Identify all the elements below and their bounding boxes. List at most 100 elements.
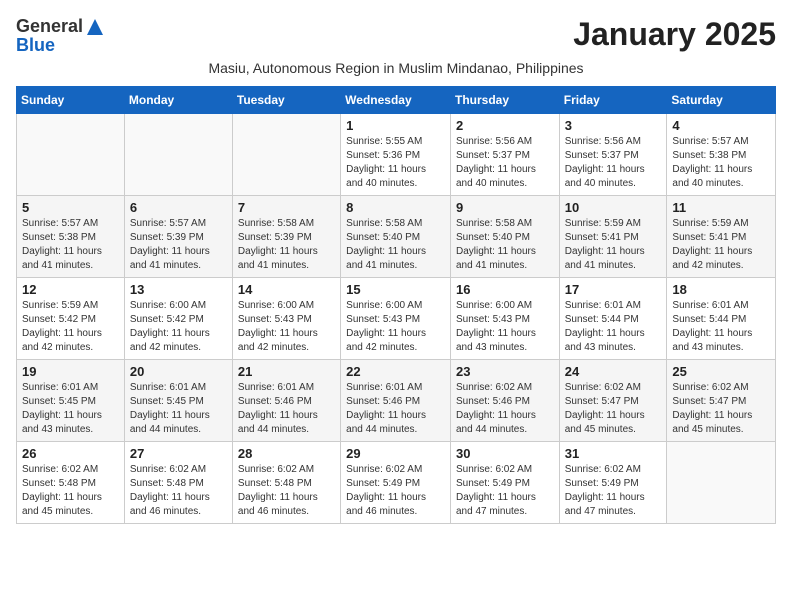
calendar-cell: 17 Sunrise: 6:01 AM Sunset: 5:44 PM Dayli… [559, 278, 667, 360]
day-number: 5 [22, 200, 119, 215]
calendar-cell: 18 Sunrise: 6:01 AM Sunset: 5:44 PM Dayli… [667, 278, 776, 360]
calendar-cell: 13Sunrise: 6:00 AM Sunset: 5:42 PM Dayli… [124, 278, 232, 360]
day-number: 21 [238, 364, 335, 379]
day-info: Sunrise: 5:57 AM Sunset: 5:38 PM Dayligh… [672, 135, 770, 191]
day-info: Sunrise: 6:01 AM Sunset: 5:44 PM Dayligh… [672, 299, 770, 355]
weekday-header-thursday: Thursday [450, 87, 559, 114]
page-header: General Blue January 2025 [16, 16, 776, 56]
calendar-cell: 28 Sunrise: 6:02 AM Sunset: 5:48 PM Dayli… [232, 442, 340, 524]
calendar-cell: 23Sunrise: 6:02 AM Sunset: 5:46 PM Dayli… [450, 360, 559, 442]
weekday-header-sunday: Sunday [17, 87, 125, 114]
day-info: Sunrise: 5:58 AM Sunset: 5:40 PM Dayligh… [346, 217, 445, 273]
logo-icon [85, 17, 105, 37]
logo-blue-text: Blue [16, 35, 55, 56]
day-number: 17 [565, 282, 662, 297]
calendar-cell: 7 Sunrise: 5:58 AM Sunset: 5:39 PM Daylig… [232, 196, 340, 278]
calendar-cell: 3Sunrise: 5:56 AM Sunset: 5:37 PM Daylig… [559, 114, 667, 196]
calendar-cell: 4Sunrise: 5:57 AM Sunset: 5:38 PM Daylig… [667, 114, 776, 196]
day-number: 12 [22, 282, 119, 297]
calendar-cell: 9Sunrise: 5:58 AM Sunset: 5:40 PM Daylig… [450, 196, 559, 278]
calendar-cell: 21 Sunrise: 6:01 AM Sunset: 5:46 PM Dayli… [232, 360, 340, 442]
day-info: Sunrise: 6:00 AM Sunset: 5:43 PM Dayligh… [238, 299, 335, 355]
day-number: 25 [672, 364, 770, 379]
calendar-cell: 1 Sunrise: 5:55 AM Sunset: 5:36 PM Daylig… [341, 114, 451, 196]
weekday-header-saturday: Saturday [667, 87, 776, 114]
calendar-cell: 10 Sunrise: 5:59 AM Sunset: 5:41 PM Dayli… [559, 196, 667, 278]
day-number: 11 [672, 200, 770, 215]
calendar-cell: 19 Sunrise: 6:01 AM Sunset: 5:45 PM Dayli… [17, 360, 125, 442]
day-number: 19 [22, 364, 119, 379]
calendar-cell: 26 Sunrise: 6:02 AM Sunset: 5:48 PM Dayli… [17, 442, 125, 524]
calendar-cell: 27 Sunrise: 6:02 AM Sunset: 5:48 PM Dayli… [124, 442, 232, 524]
logo-general-text: General [16, 16, 83, 37]
calendar-cell: 15 Sunrise: 6:00 AM Sunset: 5:43 PM Dayli… [341, 278, 451, 360]
calendar-cell: 8Sunrise: 5:58 AM Sunset: 5:40 PM Daylig… [341, 196, 451, 278]
weekday-header-monday: Monday [124, 87, 232, 114]
day-info: Sunrise: 6:02 AM Sunset: 5:47 PM Dayligh… [565, 381, 662, 437]
day-info: Sunrise: 6:02 AM Sunset: 5:49 PM Dayligh… [456, 463, 554, 519]
calendar-cell: 14Sunrise: 6:00 AM Sunset: 5:43 PM Dayli… [232, 278, 340, 360]
weekday-header-friday: Friday [559, 87, 667, 114]
day-info: Sunrise: 6:01 AM Sunset: 5:45 PM Dayligh… [22, 381, 119, 437]
day-info: Sunrise: 5:58 AM Sunset: 5:40 PM Dayligh… [456, 217, 554, 273]
calendar-cell: 12 Sunrise: 5:59 AM Sunset: 5:42 PM Dayli… [17, 278, 125, 360]
calendar-cell: 6Sunrise: 5:57 AM Sunset: 5:39 PM Daylig… [124, 196, 232, 278]
calendar-subtitle: Masiu, Autonomous Region in Muslim Minda… [16, 60, 776, 76]
day-info: Sunrise: 6:00 AM Sunset: 5:42 PM Dayligh… [130, 299, 227, 355]
day-info: Sunrise: 5:59 AM Sunset: 5:41 PM Dayligh… [565, 217, 662, 273]
calendar-cell: 22 Sunrise: 6:01 AM Sunset: 5:46 PM Dayli… [341, 360, 451, 442]
day-info: Sunrise: 5:55 AM Sunset: 5:36 PM Dayligh… [346, 135, 445, 191]
day-number: 28 [238, 446, 335, 461]
day-number: 24 [565, 364, 662, 379]
day-info: Sunrise: 6:01 AM Sunset: 5:46 PM Dayligh… [238, 381, 335, 437]
week-row-3: 12 Sunrise: 5:59 AM Sunset: 5:42 PM Dayli… [17, 278, 776, 360]
calendar-cell: 24 Sunrise: 6:02 AM Sunset: 5:47 PM Dayli… [559, 360, 667, 442]
calendar-cell: 20Sunrise: 6:01 AM Sunset: 5:45 PM Dayli… [124, 360, 232, 442]
day-info: Sunrise: 6:01 AM Sunset: 5:44 PM Dayligh… [565, 299, 662, 355]
calendar-cell: 31 Sunrise: 6:02 AM Sunset: 5:49 PM Dayli… [559, 442, 667, 524]
week-row-4: 19 Sunrise: 6:01 AM Sunset: 5:45 PM Dayli… [17, 360, 776, 442]
day-info: Sunrise: 6:02 AM Sunset: 5:47 PM Dayligh… [672, 381, 770, 437]
day-info: Sunrise: 6:02 AM Sunset: 5:49 PM Dayligh… [565, 463, 662, 519]
day-number: 7 [238, 200, 335, 215]
weekday-header-wednesday: Wednesday [341, 87, 451, 114]
calendar-cell: 29 Sunrise: 6:02 AM Sunset: 5:49 PM Dayli… [341, 442, 451, 524]
day-number: 26 [22, 446, 119, 461]
day-info: Sunrise: 6:00 AM Sunset: 5:43 PM Dayligh… [346, 299, 445, 355]
day-number: 29 [346, 446, 445, 461]
day-number: 15 [346, 282, 445, 297]
calendar-cell: 2Sunrise: 5:56 AM Sunset: 5:37 PM Daylig… [450, 114, 559, 196]
day-number: 10 [565, 200, 662, 215]
weekday-header-row: SundayMondayTuesdayWednesdayThursdayFrid… [17, 87, 776, 114]
day-info: Sunrise: 6:02 AM Sunset: 5:48 PM Dayligh… [130, 463, 227, 519]
calendar-cell: 5Sunrise: 5:57 AM Sunset: 5:38 PM Daylig… [17, 196, 125, 278]
day-number: 27 [130, 446, 227, 461]
day-info: Sunrise: 6:02 AM Sunset: 5:49 PM Dayligh… [346, 463, 445, 519]
week-row-5: 26 Sunrise: 6:02 AM Sunset: 5:48 PM Dayli… [17, 442, 776, 524]
day-info: Sunrise: 5:58 AM Sunset: 5:39 PM Dayligh… [238, 217, 335, 273]
day-number: 31 [565, 446, 662, 461]
calendar-cell: 11 Sunrise: 5:59 AM Sunset: 5:41 PM Dayli… [667, 196, 776, 278]
day-number: 22 [346, 364, 445, 379]
day-number: 1 [346, 118, 445, 133]
weekday-header-tuesday: Tuesday [232, 87, 340, 114]
calendar-cell: 30 Sunrise: 6:02 AM Sunset: 5:49 PM Dayli… [450, 442, 559, 524]
day-info: Sunrise: 5:59 AM Sunset: 5:42 PM Dayligh… [22, 299, 119, 355]
calendar-cell [17, 114, 125, 196]
day-number: 3 [565, 118, 662, 133]
month-title: January 2025 [573, 16, 776, 53]
day-number: 23 [456, 364, 554, 379]
day-info: Sunrise: 6:00 AM Sunset: 5:43 PM Dayligh… [456, 299, 554, 355]
day-info: Sunrise: 5:59 AM Sunset: 5:41 PM Dayligh… [672, 217, 770, 273]
day-number: 18 [672, 282, 770, 297]
week-row-1: 1 Sunrise: 5:55 AM Sunset: 5:36 PM Daylig… [17, 114, 776, 196]
day-number: 16 [456, 282, 554, 297]
day-number: 20 [130, 364, 227, 379]
calendar-cell [124, 114, 232, 196]
day-info: Sunrise: 6:01 AM Sunset: 5:46 PM Dayligh… [346, 381, 445, 437]
calendar-cell: 25 Sunrise: 6:02 AM Sunset: 5:47 PM Dayli… [667, 360, 776, 442]
day-number: 30 [456, 446, 554, 461]
calendar-cell: 16 Sunrise: 6:00 AM Sunset: 5:43 PM Dayli… [450, 278, 559, 360]
day-info: Sunrise: 6:02 AM Sunset: 5:48 PM Dayligh… [22, 463, 119, 519]
day-info: Sunrise: 6:02 AM Sunset: 5:48 PM Dayligh… [238, 463, 335, 519]
